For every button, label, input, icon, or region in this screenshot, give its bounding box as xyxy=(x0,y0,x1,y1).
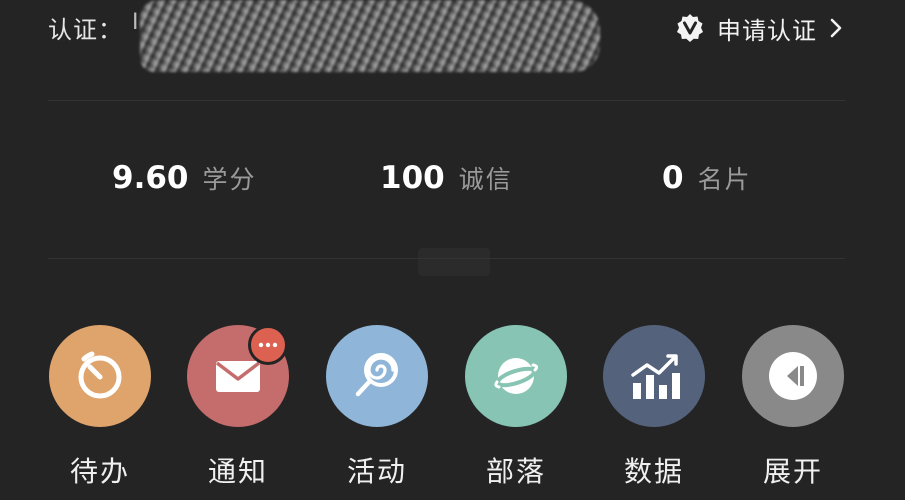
timer-icon xyxy=(78,351,122,399)
divider xyxy=(48,258,845,259)
divider xyxy=(48,100,845,101)
app-tribe[interactable]: 部落 xyxy=(456,320,576,500)
app-activity-label: 活动 xyxy=(346,455,407,488)
app-notice-label: 通知 xyxy=(207,455,268,488)
stat-cards-value: 0 xyxy=(662,160,684,196)
app-grid: 待办 通知 活动 部落 数据 展开 xyxy=(0,320,905,500)
stat-credits-label: 学分 xyxy=(202,165,257,194)
app-activity[interactable]: 活动 xyxy=(317,320,437,500)
expand-icon xyxy=(769,352,817,400)
stat-integrity-value: 100 xyxy=(380,160,445,196)
stat-integrity[interactable]: 100 诚信 xyxy=(380,160,513,196)
app-notice[interactable]: 通知 xyxy=(178,320,298,500)
stat-integrity-label: 诚信 xyxy=(458,165,513,194)
app-tribe-circle xyxy=(465,325,567,427)
app-expand-circle xyxy=(742,325,844,427)
profile-screen: 认证： I 申请认证 9.60 学分 100 诚信 0 名片 待办 通知 活动 … xyxy=(0,0,905,500)
app-data-circle xyxy=(603,325,705,427)
app-data[interactable]: 数据 xyxy=(594,320,714,500)
stat-credits[interactable]: 9.60 学分 xyxy=(112,160,257,196)
app-todo-circle xyxy=(49,325,151,427)
apply-certification-label: 申请认证 xyxy=(717,16,817,45)
app-todo-label: 待办 xyxy=(69,455,130,488)
app-data-label: 数据 xyxy=(623,455,684,488)
stat-cards[interactable]: 0 名片 xyxy=(662,160,752,196)
faint-placeholder xyxy=(418,248,490,276)
planet-icon xyxy=(494,358,539,394)
app-tribe-label: 部落 xyxy=(485,455,546,488)
stats-row: 9.60 学分 100 诚信 0 名片 xyxy=(0,150,905,220)
certification-value: I xyxy=(132,10,139,35)
stat-credits-value: 9.60 xyxy=(112,160,189,196)
chevron-right-icon xyxy=(829,18,843,38)
certification-label: 认证： xyxy=(48,16,123,44)
app-activity-circle xyxy=(326,325,428,427)
app-expand[interactable]: 展开 xyxy=(733,320,853,500)
verified-v-badge-icon xyxy=(675,13,705,43)
more-dots-icon xyxy=(248,325,288,365)
lollipop-icon xyxy=(355,353,398,397)
app-todo[interactable]: 待办 xyxy=(40,320,160,500)
app-expand-label: 展开 xyxy=(762,455,823,488)
apply-certification-link[interactable]: 申请认证 xyxy=(675,10,843,46)
stat-cards-label: 名片 xyxy=(697,165,752,194)
redacted-text xyxy=(140,0,600,72)
certification-row: 认证： I 申请认证 xyxy=(0,0,905,72)
bar-chart-icon xyxy=(631,354,680,399)
